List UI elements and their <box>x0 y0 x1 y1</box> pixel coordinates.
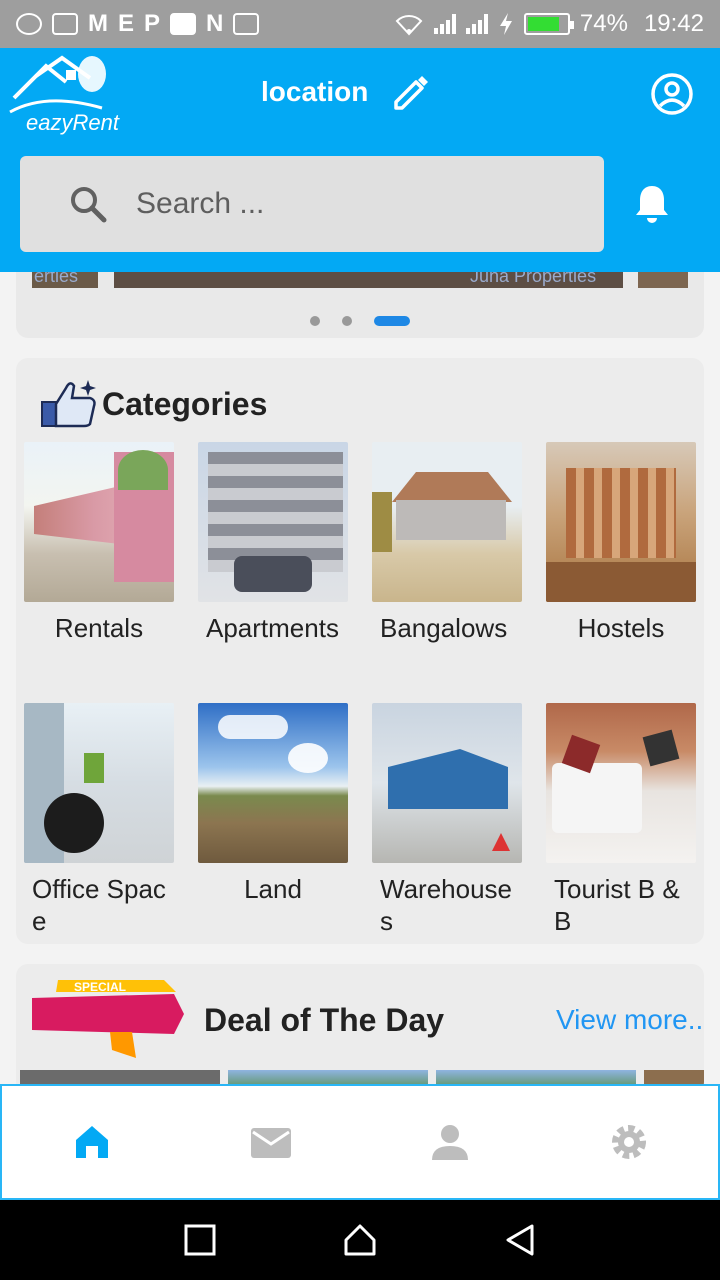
logo-text: eazyRent <box>26 110 119 135</box>
system-navigation-bar <box>0 1200 720 1280</box>
carousel-indicator <box>16 316 704 326</box>
carousel-dot-active[interactable] <box>374 316 410 326</box>
home-system-icon[interactable] <box>342 1222 378 1258</box>
back-icon[interactable] <box>502 1222 538 1258</box>
category-land[interactable]: Land <box>198 703 348 905</box>
edit-location-icon[interactable] <box>390 72 430 112</box>
category-label: Bangalows <box>380 613 508 643</box>
bangalows-image <box>372 442 522 602</box>
carousel-dot[interactable] <box>310 316 320 326</box>
category-label: Land <box>244 874 302 904</box>
category-rentals[interactable]: Rentals <box>24 442 174 644</box>
carousel-caption-current: Juna Properties <box>470 272 597 286</box>
category-label: Hostels <box>577 613 665 643</box>
app-p-notification-icon: P <box>144 10 161 37</box>
nav-profile[interactable] <box>360 1086 539 1198</box>
category-apartments[interactable]: Apartments <box>198 442 348 644</box>
message-notification-icon <box>52 13 78 35</box>
carousel-caption-prev: erties <box>34 272 79 286</box>
bottom-navigation <box>0 1084 720 1200</box>
person-icon <box>431 1125 468 1160</box>
category-label: Tourist B & B <box>554 874 680 936</box>
app-notification-icon <box>16 13 42 35</box>
app-header: eazyRent location <box>0 48 720 272</box>
gmail-notification-icon: M <box>88 10 108 37</box>
carousel-slide-prev[interactable]: erties <box>32 272 98 288</box>
categories-header: Categories <box>40 378 267 430</box>
category-label: Apartments <box>206 613 339 643</box>
tourist-bnb-image <box>546 703 696 863</box>
warehouses-image <box>372 703 522 863</box>
home-icon <box>75 1126 108 1158</box>
promo-carousel[interactable]: erties Juna Properties <box>16 272 704 338</box>
location-label[interactable]: location <box>261 76 368 108</box>
category-bangalows[interactable]: Bangalows <box>372 442 522 644</box>
special-badge-text: SPECIAL <box>74 980 126 994</box>
clock: 19:42 <box>643 10 704 37</box>
category-label: Warehouses <box>380 874 512 936</box>
app-e-notification-icon: E <box>118 10 135 37</box>
settings-icon <box>611 1125 646 1159</box>
carousel-slide-next[interactable] <box>638 272 688 288</box>
category-label: Office Space <box>32 874 166 936</box>
office-space-image <box>24 703 174 863</box>
deal-title: Deal of The Day <box>204 1002 445 1038</box>
search-icon <box>71 187 107 223</box>
youtube-notification-icon <box>170 13 197 35</box>
thumbs-up-icon <box>41 380 96 428</box>
mail-icon <box>250 1128 291 1158</box>
nav-settings[interactable] <box>539 1086 718 1198</box>
category-label: Rentals <box>54 613 144 643</box>
signal-2-icon <box>465 14 488 34</box>
search-input[interactable] <box>136 187 556 221</box>
nav-home[interactable] <box>2 1086 181 1198</box>
recents-icon[interactable] <box>182 1222 218 1258</box>
special-ribbon-icon: SPECIAL <box>32 980 184 1058</box>
battery-icon <box>523 13 574 35</box>
categories-card: Categories Rentals Apartments Bangalows … <box>16 358 704 944</box>
hostels-image <box>546 442 696 602</box>
rentals-image <box>24 442 174 602</box>
category-tourist-bnb[interactable]: Tourist B & B <box>546 703 696 937</box>
notifications-bell-icon[interactable] <box>632 182 672 226</box>
view-more-link[interactable]: View more.. <box>556 1004 703 1036</box>
wifi-icon <box>395 15 423 36</box>
signal-1-icon <box>433 14 456 34</box>
carousel-dot[interactable] <box>342 316 352 326</box>
notification-icons: M E P N <box>16 10 260 38</box>
account-icon[interactable] <box>650 72 694 116</box>
category-warehouses[interactable]: Warehouses <box>372 703 522 937</box>
categories-title: Categories <box>102 385 268 422</box>
status-bar: M E P N 74% 19:42 <box>0 0 720 48</box>
carousel-slide-current[interactable]: Juna Properties <box>114 272 623 288</box>
battery-percent: 74% <box>579 10 628 37</box>
apartments-image <box>198 442 348 602</box>
app-n-notification-icon: N <box>206 10 224 37</box>
land-image <box>198 703 348 863</box>
category-hostels[interactable]: Hostels <box>546 442 696 644</box>
deal-of-the-day-card: SPECIAL Deal of The Day View more.. <box>16 964 704 1094</box>
category-office-space[interactable]: Office Space <box>24 703 174 937</box>
eazyrent-logo[interactable]: eazyRent <box>6 52 119 136</box>
charging-icon <box>499 13 512 35</box>
calendar-notification-icon <box>233 13 260 35</box>
nav-messages[interactable] <box>181 1086 360 1198</box>
search-box[interactable] <box>20 156 604 252</box>
